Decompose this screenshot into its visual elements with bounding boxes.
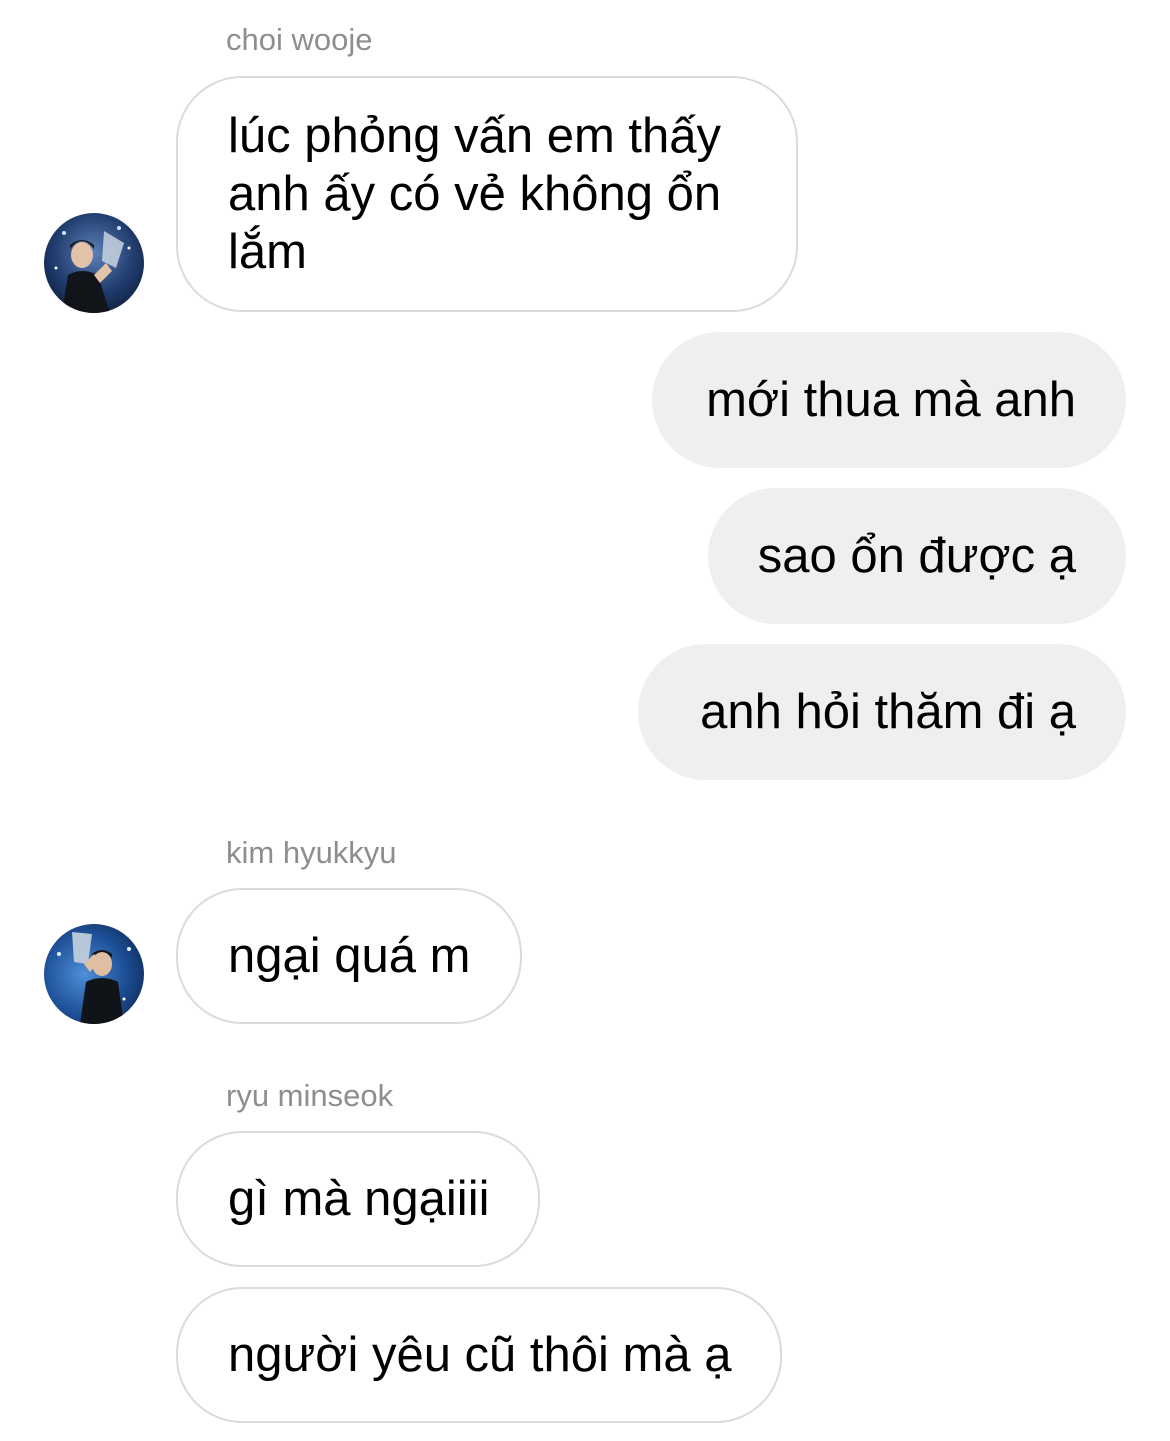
sender-name: kim hyukkyu [226,835,397,870]
trophy-photo-avatar-icon [44,924,144,1024]
message-text: lúc phỏng vấn em thấy anh ấy có vẻ không… [228,109,722,279]
message-text: sao ổn được ạ [757,529,1076,583]
message-bubble-outgoing[interactable]: sao ổn được ạ [708,488,1126,624]
message-text: người yêu cũ thôi mà ạ [228,1328,732,1382]
avatar-choi-wooje[interactable] [44,213,144,313]
message-text: anh hỏi thăm đi ạ [700,685,1076,739]
sender-name: ryu minseok [226,1078,394,1113]
trophy-photo-avatar-icon [44,213,144,313]
sender-name: choi wooje [226,22,373,57]
message-text: ngại quá m [228,929,471,983]
message-bubble-outgoing[interactable]: mới thua mà anh [652,332,1126,468]
avatar-kim-hyukkyu[interactable] [44,924,144,1024]
message-bubble-incoming[interactable]: người yêu cũ thôi mà ạ [176,1287,782,1423]
message-bubble-incoming[interactable]: ngại quá m [176,888,522,1024]
message-bubble-incoming[interactable]: lúc phỏng vấn em thấy anh ấy có vẻ không… [176,76,798,312]
message-text: mới thua mà anh [706,373,1076,427]
message-bubble-outgoing[interactable]: anh hỏi thăm đi ạ [638,644,1126,780]
message-bubble-incoming[interactable]: gì mà ngạiiii [176,1131,540,1267]
message-text: gì mà ngạiiii [228,1172,490,1226]
